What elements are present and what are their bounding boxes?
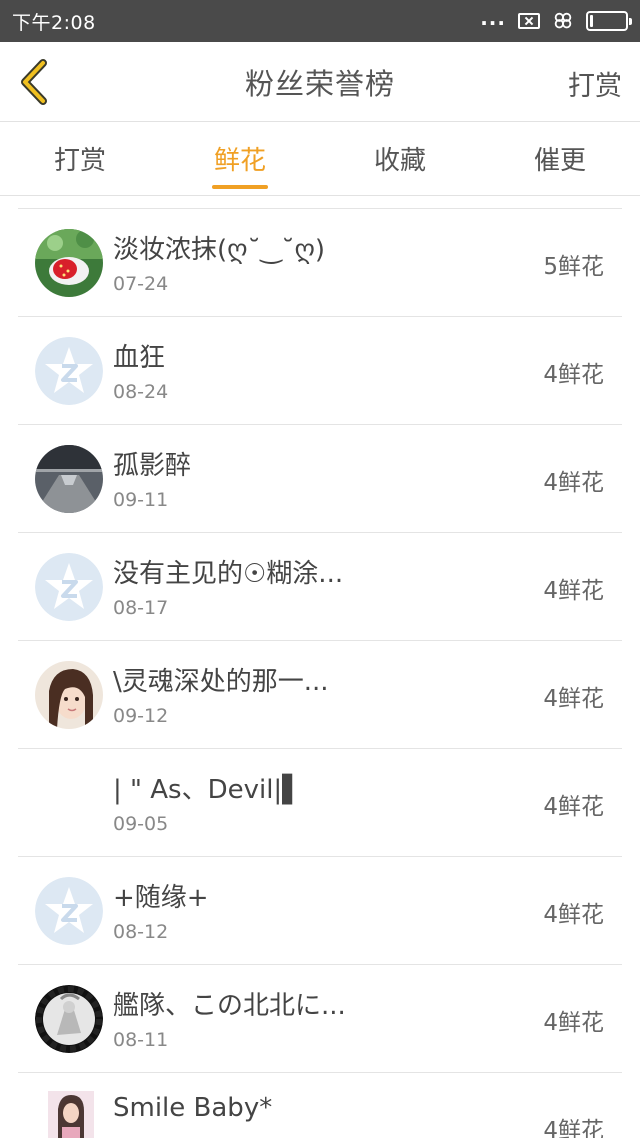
user-name: 淡妆浓抹(ღ˘‿˘ღ)	[113, 235, 326, 265]
flower-count: 4鲜花	[543, 362, 604, 388]
avatar	[35, 445, 103, 513]
flower-count: 4鲜花	[543, 578, 604, 604]
header-bar: 粉丝荣誉榜 打赏	[0, 42, 640, 122]
flower-count: 4鲜花	[543, 794, 604, 820]
list-item[interactable]: | " As、Devil|▌ 09-05 4鲜花	[18, 749, 622, 857]
list-item[interactable]: 淡妆浓抹(ღ˘‿˘ღ) 07-24 5鲜花	[18, 209, 622, 317]
user-name: 血狂	[113, 343, 166, 373]
default-avatar-icon	[35, 553, 103, 621]
gift-date: 09-12	[113, 705, 169, 727]
user-name: 艦隊、この北北に...	[113, 991, 346, 1021]
tab-label: 收藏	[373, 146, 426, 176]
flower-count: 4鲜花	[543, 902, 604, 928]
more-dots-icon: ...	[480, 6, 506, 30]
clover-icon	[554, 12, 572, 29]
list-item[interactable]: 血狂 08-24 4鲜花	[18, 317, 622, 425]
list-item[interactable]: 艦隊、この北北に... 08-11 4鲜花	[18, 965, 622, 1073]
user-name: Smile Baby*	[113, 1093, 273, 1123]
avatar	[35, 229, 103, 297]
gift-date: 08-17	[113, 597, 169, 619]
tab-bar: 打赏 鲜花 收藏 催更	[0, 122, 640, 196]
tab-label: 打赏	[53, 146, 106, 176]
gift-date: 09-05	[113, 813, 169, 835]
user-name: 孤影醉	[113, 451, 192, 481]
avatar	[48, 1091, 94, 1138]
tab-reward[interactable]: 打赏	[0, 122, 160, 195]
tab-flowers[interactable]: 鲜花	[160, 122, 320, 195]
tab-urge-update[interactable]: 催更	[480, 122, 640, 195]
gift-date: 08-12	[113, 921, 169, 943]
battery-level: 10	[599, 14, 615, 28]
reward-button[interactable]: 打赏	[568, 64, 622, 103]
no-sim-icon	[518, 13, 540, 29]
user-name: \灵魂深处的那一...	[113, 667, 329, 697]
status-icons: ... 10	[480, 6, 632, 33]
default-avatar-icon	[35, 877, 103, 945]
battery-icon: 10	[586, 11, 632, 31]
battery-fill	[590, 15, 594, 27]
user-name: 没有主见的☉糊涂...	[113, 559, 344, 589]
user-name: +随缘+	[113, 883, 209, 913]
tab-label: 催更	[533, 146, 586, 176]
chevron-left-icon	[21, 59, 47, 105]
gift-date: 08-24	[113, 381, 169, 403]
flower-count: 4鲜花	[543, 1118, 604, 1138]
list-item[interactable]: 孤影醉 09-11 4鲜花	[18, 425, 622, 533]
status-bar: 下午2:08 ... 10	[0, 0, 640, 42]
flower-count: 5鲜花	[543, 254, 604, 280]
flower-count: 4鲜花	[543, 686, 604, 712]
fan-ranking-list: 淡妆浓抹(ღ˘‿˘ღ) 07-24 5鲜花 血狂 08-24 4鲜花 孤影醉 0…	[18, 208, 622, 1138]
list-item[interactable]: Smile Baby* 4鲜花	[18, 1073, 622, 1138]
flower-count: 4鲜花	[543, 470, 604, 496]
tab-favorites[interactable]: 收藏	[320, 122, 480, 195]
tab-label: 鲜花	[213, 146, 266, 176]
list-item[interactable]: 没有主见的☉糊涂... 08-17 4鲜花	[18, 533, 622, 641]
back-button[interactable]	[14, 58, 54, 106]
user-name: | " As、Devil|▌	[113, 775, 303, 805]
avatar	[35, 985, 103, 1053]
gift-date: 09-11	[113, 489, 169, 511]
gift-date: 08-11	[113, 1029, 169, 1051]
avatar	[35, 661, 103, 729]
active-tab-indicator	[212, 185, 268, 189]
list-item[interactable]: +随缘+ 08-12 4鲜花	[18, 857, 622, 965]
default-avatar-icon	[35, 337, 103, 405]
flower-count: 4鲜花	[543, 1010, 604, 1036]
status-time: 下午2:08	[12, 11, 96, 34]
gift-date: 07-24	[113, 273, 169, 295]
list-item[interactable]: \灵魂深处的那一... 09-12 4鲜花	[18, 641, 622, 749]
page-title: 粉丝荣誉榜	[244, 66, 395, 101]
